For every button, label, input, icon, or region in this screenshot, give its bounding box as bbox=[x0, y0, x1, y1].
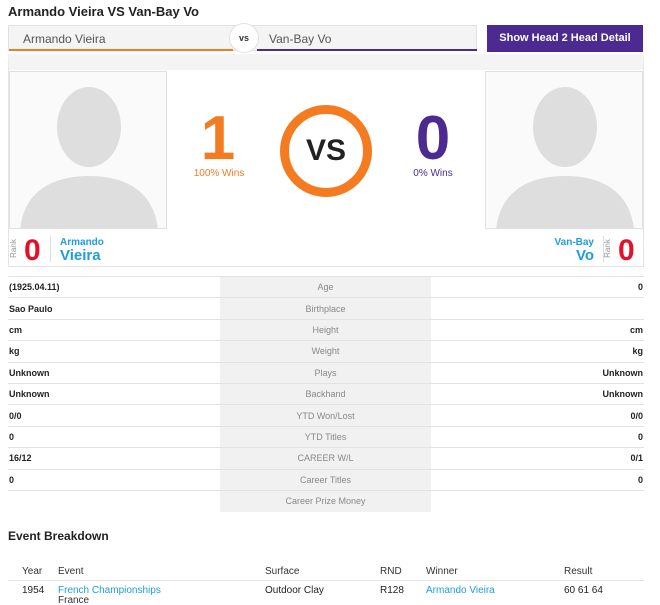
person-silhouette-icon bbox=[20, 87, 158, 228]
event-winner-link[interactable]: Armando Vieira bbox=[426, 585, 495, 596]
stat-row-age: (1925.04.11) Age 0 bbox=[8, 275, 644, 298]
player2-stat: 0 bbox=[431, 425, 644, 448]
stat-label: CAREER W/L bbox=[220, 447, 431, 470]
event-round: R128 bbox=[380, 585, 404, 596]
stat-label: Age bbox=[220, 275, 431, 298]
header-divider bbox=[8, 580, 644, 581]
player2-rank-label: Rank bbox=[602, 239, 612, 258]
player1-stat: 16/12 bbox=[8, 447, 220, 470]
player2-rank-value: 0 bbox=[618, 234, 635, 267]
player1-stat: 0 bbox=[8, 468, 220, 491]
stat-label: Height bbox=[220, 318, 431, 341]
player1-stat: (1925.04.11) bbox=[8, 275, 220, 298]
col-header-winner: Winner bbox=[426, 566, 458, 577]
player1-selector[interactable]: Armando Vieira bbox=[9, 26, 233, 51]
player1-stat: 0 bbox=[8, 425, 220, 448]
col-header-year: Year bbox=[22, 566, 43, 577]
player2-stat: Unknown bbox=[431, 382, 644, 405]
player2-stat: 0/1 bbox=[431, 447, 644, 470]
stat-label: YTD Won/Lost bbox=[220, 404, 431, 427]
page-title: Armando Vieira VS Van-Bay Vo bbox=[8, 4, 199, 19]
player2-last-name[interactable]: Vo bbox=[534, 247, 594, 264]
stat-row-ytd-titles: 0 YTD Titles 0 bbox=[8, 425, 644, 448]
stat-label: Backhand bbox=[220, 382, 431, 405]
player1-rank-label: Rank bbox=[8, 239, 18, 258]
player2-stat: kg bbox=[431, 340, 644, 363]
player2-stat bbox=[431, 297, 644, 320]
stat-label: Career Prize Money bbox=[220, 489, 431, 512]
player2-stat: cm bbox=[431, 318, 644, 341]
event-breakdown-title: Event Breakdown bbox=[8, 529, 109, 543]
stat-row-backhand: Unknown Backhand Unknown bbox=[8, 382, 644, 405]
player2-stat: 0 bbox=[431, 275, 644, 298]
player-stats-table: (1925.04.11) Age 0 Sao Paulo Birthplace cm H… bbox=[8, 275, 644, 512]
vs-badge-small: vs bbox=[229, 23, 259, 53]
col-header-event: Event bbox=[58, 566, 84, 577]
event-result: 60 61 64 bbox=[564, 585, 603, 596]
stat-row-career-prize-money: Career Prize Money bbox=[8, 489, 644, 512]
person-silhouette-icon bbox=[496, 87, 634, 228]
stat-row-height: cm Height cm bbox=[8, 318, 644, 341]
event-year: 1954 bbox=[22, 585, 45, 596]
stat-row-career-titles: 0 Career Titles 0 bbox=[8, 468, 644, 491]
vs-badge-large: VS bbox=[280, 105, 372, 197]
stat-row-birthplace: Sao Paulo Birthplace bbox=[8, 297, 644, 320]
player1-last-name[interactable]: Vieira bbox=[60, 247, 101, 264]
player1-stat: cm bbox=[8, 318, 220, 341]
stat-row-career-wl: 16/12 CAREER W/L 0/1 bbox=[8, 447, 644, 470]
stat-label: YTD Titles bbox=[220, 425, 431, 448]
player1-stat: Sao Paulo bbox=[8, 297, 220, 320]
stat-row-plays: Unknown Plays Unknown bbox=[8, 361, 644, 384]
player2-wins-count: 0 bbox=[415, 104, 451, 173]
player2-wins-percent: 0% Wins bbox=[413, 168, 453, 179]
stat-label: Plays bbox=[220, 361, 431, 384]
stat-row-weight: kg Weight kg bbox=[8, 340, 644, 363]
show-h2h-detail-button[interactable]: Show Head 2 Head Detail bbox=[487, 25, 643, 52]
stat-row-ytd-won-lost: 0/0 YTD Won/Lost 0/0 bbox=[8, 404, 644, 427]
player2-stat: Unknown bbox=[431, 361, 644, 384]
col-header-surface: Surface bbox=[265, 566, 300, 577]
player1-rank-value: 0 bbox=[24, 234, 41, 267]
player2-stat: 0/0 bbox=[431, 404, 644, 427]
player2-stat bbox=[431, 489, 644, 512]
rank-divider bbox=[50, 236, 51, 262]
stat-label: Career Titles bbox=[220, 468, 431, 491]
event-location: France bbox=[58, 595, 90, 605]
player1-wins-count: 1 bbox=[200, 104, 236, 173]
player1-wins-percent: 100% Wins bbox=[193, 168, 245, 179]
stat-label: Weight bbox=[220, 340, 431, 363]
player1-stat: Unknown bbox=[8, 382, 220, 405]
player2-selector[interactable]: Van-Bay Vo bbox=[257, 26, 477, 51]
player1-stat: kg bbox=[8, 340, 220, 363]
col-header-result: Result bbox=[564, 566, 593, 577]
stat-label: Birthplace bbox=[220, 297, 431, 320]
player2-photo-placeholder bbox=[485, 71, 643, 229]
player2-stat: 0 bbox=[431, 468, 644, 491]
player1-stat: 0/0 bbox=[8, 404, 220, 427]
player1-photo-placeholder bbox=[9, 71, 167, 229]
col-header-rnd: RND bbox=[380, 566, 402, 577]
player1-stat bbox=[8, 489, 220, 512]
player1-stat: Unknown bbox=[8, 361, 220, 384]
event-surface: Outdoor Clay bbox=[265, 585, 324, 596]
